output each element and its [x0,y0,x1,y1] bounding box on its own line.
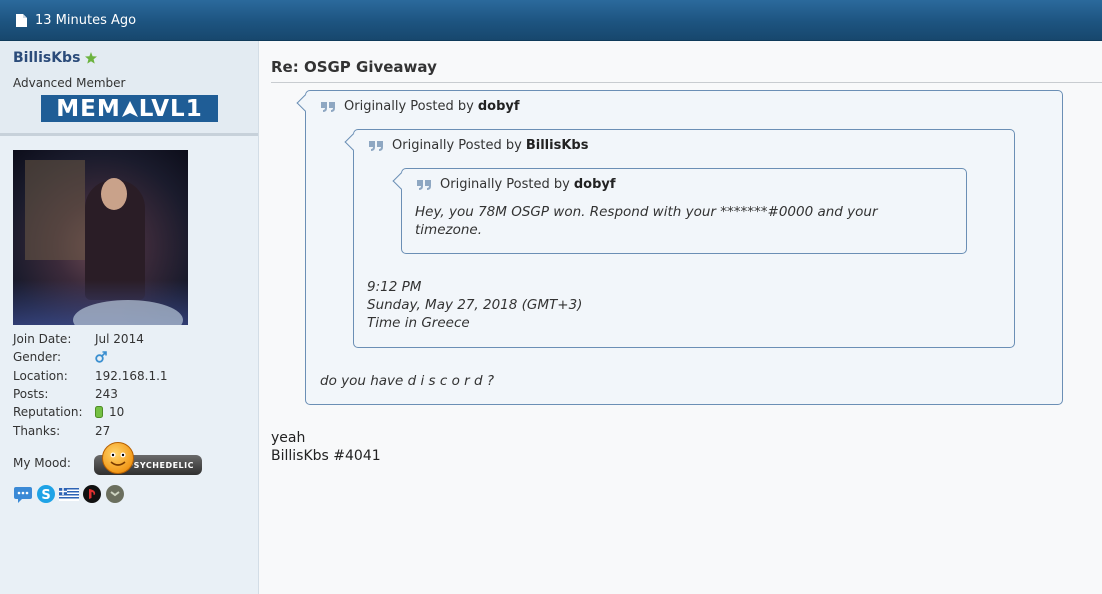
rank-badge-right: LVL1 [138,95,203,122]
stat-thanks: Thanks: 27 [13,423,111,438]
online-status-icon [85,52,98,64]
xbox-icon[interactable] [105,484,125,504]
skype-icon[interactable]: S [36,484,56,504]
reputation-bar-icon [95,406,103,419]
post-timestamp: 13 Minutes Ago [35,12,137,28]
quote-inner: Originally Posted by dobyf Hey, you 78M … [401,168,967,254]
male-icon [95,351,107,364]
quote-middle-header: Originally Posted by BillisKbs [368,138,588,153]
post-body: yeah BillisKbs #4041 [271,430,381,464]
document-icon [16,13,27,27]
quote-middle-author[interactable]: BillisKbs [526,138,589,153]
user-stats: Join Date: Jul 2014 Gender: Location: 19… [13,330,168,440]
user-title: Advanced Member [13,76,126,90]
smiley-icon [102,442,134,474]
quote-inner-header: Originally Posted by dobyf [416,177,616,192]
quote-inner-text: Hey, you 78M OSGP won. Respond with your… [415,204,878,238]
mood-label: My Mood: [13,456,71,470]
quote-icon [369,140,383,151]
svg-text:S: S [41,488,50,503]
contact-icons: S [13,484,125,504]
quote-icon [321,101,335,112]
stat-join-date: Join Date: Jul 2014 [13,332,144,347]
im-icon[interactable] [13,484,33,504]
playstation-icon[interactable] [82,484,102,504]
avatar[interactable] [13,150,188,325]
quote-icon [417,179,431,190]
greece-flag-icon [59,488,79,501]
quote-outer-header: Originally Posted by dobyf [320,99,520,114]
stat-location: Location: 192.168.1.1 [13,368,168,383]
user-sidebar: BillisKbs Advanced Member MEM LVL1 Join … [0,41,259,594]
rank-arrow-icon [121,98,139,120]
rank-badge-left: MEM [56,95,121,122]
quote-middle-text: 9:12 PM Sunday, May 27, 2018 (GMT+3) Tim… [367,279,583,331]
rank-badge: MEM LVL1 [41,95,218,122]
stat-gender: Gender: [13,348,168,366]
quote-inner-author[interactable]: dobyf [574,177,616,192]
stat-posts: Posts: 243 [13,387,118,402]
stat-reputation: Reputation: 10 [13,405,125,420]
username[interactable]: BillisKbs [13,50,80,66]
username-link[interactable]: BillisKbs [13,50,98,66]
post-content: Re: OSGP Giveaway Originally Posted by d… [259,41,1102,594]
quote-outer-text: do you have d i s c o r d ? [320,373,494,389]
quote-outer-author[interactable]: dobyf [478,99,520,114]
post-header-bar: 13 Minutes Ago [0,0,1102,41]
post-title: Re: OSGP Giveaway [271,58,1102,83]
